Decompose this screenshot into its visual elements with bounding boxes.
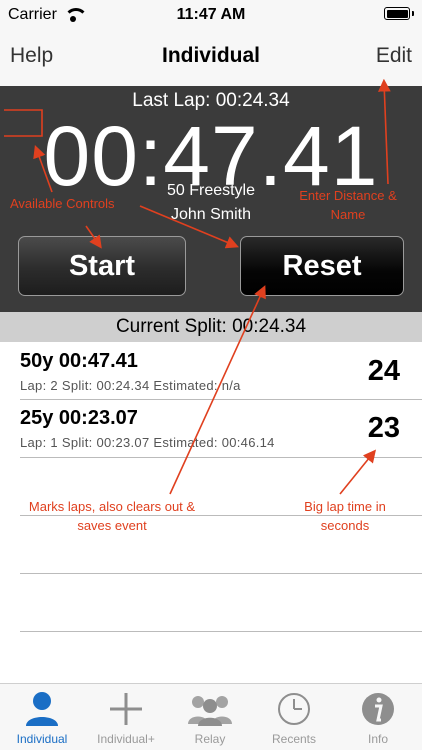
battery-icon — [384, 7, 414, 20]
tab-individual-plus[interactable]: Individual+ — [84, 684, 168, 750]
tab-info[interactable]: Info — [336, 684, 420, 750]
arrow-to-lap-seconds — [339, 449, 377, 495]
tab-bar: Individual Individual+ Relay Recents Inf… — [0, 683, 422, 750]
row-divider — [20, 457, 422, 458]
row-divider — [20, 573, 422, 574]
tab-label: Individual+ — [97, 732, 155, 746]
navigation-bar: Help Individual Edit — [0, 30, 422, 86]
group-icon — [188, 696, 232, 726]
lap-row[interactable]: 25y 00:23.07 Lap: 1 Split: 00:23.07 Esti… — [0, 399, 422, 456]
lap-distance-time: 50y 00:47.41 — [20, 350, 138, 372]
row-divider — [20, 399, 422, 400]
tab-label: Info — [367, 732, 388, 746]
row-divider — [20, 631, 422, 632]
lap-row[interactable]: 50y 00:47.41 Lap: 2 Split: 00:24.34 Esti… — [0, 342, 422, 399]
lap-detail: Lap: 1 Split: 00:23.07 Estimated: 00:46.… — [20, 435, 275, 450]
page-title: Individual — [161, 44, 260, 67]
status-bar: Carrier 11:47 AM — [0, 0, 422, 30]
current-split-bar: Current Split: 00:24.34 — [0, 312, 422, 342]
reset-button[interactable]: Reset — [240, 236, 404, 296]
start-button[interactable]: Start — [18, 236, 186, 296]
edit-button[interactable]: Edit — [376, 44, 412, 68]
clock-icon — [278, 693, 310, 725]
status-time: 11:47 AM — [176, 6, 246, 23]
annotation-marks: Marks laps, also clears out & saves even… — [28, 499, 196, 533]
tab-label: Recents — [271, 732, 317, 746]
lap-seconds: 24 — [367, 355, 400, 387]
tab-label: Relay — [194, 732, 226, 746]
current-split-label: Current Split: 00:24.34 — [115, 316, 307, 337]
annotation-controls: Available Controls — [10, 196, 115, 211]
tab-label: Individual — [16, 732, 68, 746]
lap-distance-time: 25y 00:23.07 — [20, 407, 138, 429]
info-icon — [362, 693, 394, 725]
person-icon — [26, 692, 58, 726]
tab-individual[interactable]: Individual — [0, 684, 84, 750]
plus-icon — [110, 693, 142, 725]
tab-recents[interactable]: Recents — [252, 684, 336, 750]
lap-detail: Lap: 2 Split: 00:24.34 Estimated: n/a — [20, 378, 241, 393]
annotation-big-lap: Big lap time in seconds — [304, 499, 386, 533]
lap-seconds: 23 — [367, 412, 400, 444]
annotation-distance: Enter Distance & Name — [299, 188, 397, 222]
tab-relay[interactable]: Relay — [168, 684, 252, 750]
